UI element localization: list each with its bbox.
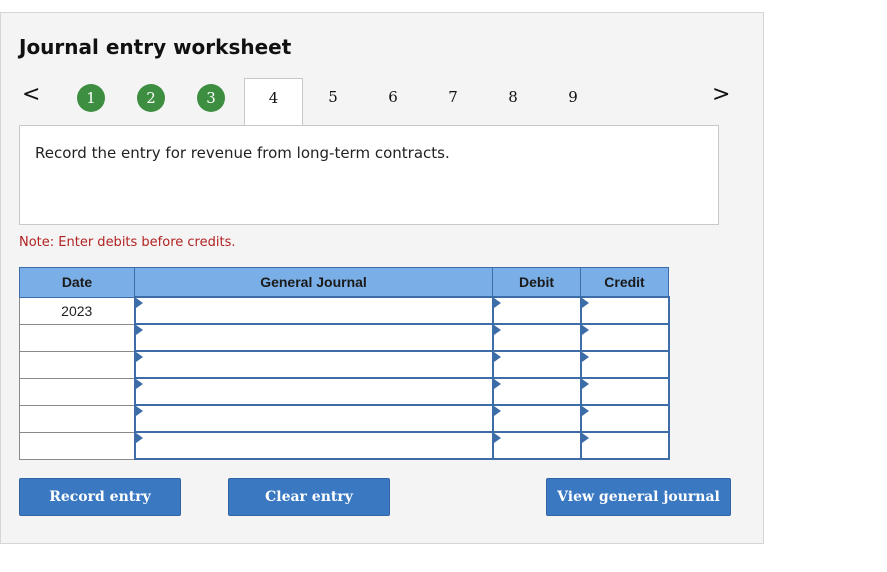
date-header: Date <box>19 267 135 298</box>
step-7-tab[interactable]: 7 <box>443 88 463 106</box>
account-input[interactable] <box>133 350 494 379</box>
journal-table: Date General Journal Debit Credit 2023 <box>19 267 670 460</box>
dropdown-marker-icon <box>581 379 589 389</box>
credit-header: Credit <box>580 267 669 298</box>
note-text: Note: Enter debits before credits. <box>19 235 236 250</box>
debit-input[interactable] <box>491 377 582 406</box>
dropdown-marker-icon <box>581 433 589 443</box>
debit-header: Debit <box>492 267 581 298</box>
step-8-tab[interactable]: 8 <box>503 88 523 106</box>
credit-input[interactable] <box>579 431 670 460</box>
debit-input[interactable] <box>491 323 582 352</box>
dropdown-marker-icon <box>135 433 143 443</box>
prev-arrow-icon[interactable]: < <box>22 84 40 106</box>
credit-input[interactable] <box>579 323 670 352</box>
debit-input[interactable] <box>491 350 582 379</box>
dropdown-marker-icon <box>135 325 143 335</box>
dropdown-marker-icon <box>493 325 501 335</box>
date-cell <box>19 323 135 352</box>
credit-input[interactable] <box>579 404 670 433</box>
dropdown-marker-icon <box>493 298 501 308</box>
dropdown-marker-icon <box>493 433 501 443</box>
step-4-tab[interactable]: 4 <box>244 78 303 127</box>
dropdown-marker-icon <box>581 406 589 416</box>
account-input[interactable] <box>133 431 494 460</box>
step-3-button[interactable]: 3 <box>197 84 225 112</box>
account-input[interactable] <box>133 323 494 352</box>
dropdown-marker-icon <box>493 352 501 362</box>
clear-entry-button[interactable]: Clear entry <box>228 478 390 516</box>
table-row <box>19 323 670 352</box>
credit-input[interactable] <box>579 296 670 325</box>
page-title: Journal entry worksheet <box>19 35 292 59</box>
dropdown-marker-icon <box>135 298 143 308</box>
next-arrow-icon[interactable]: > <box>712 84 730 106</box>
dropdown-marker-icon <box>581 325 589 335</box>
dropdown-marker-icon <box>493 406 501 416</box>
prompt-text: Record the entry for revenue from long-t… <box>35 144 450 162</box>
step-6-tab[interactable]: 6 <box>383 88 403 106</box>
date-cell <box>19 404 135 433</box>
general-journal-header: General Journal <box>134 267 493 298</box>
record-entry-button[interactable]: Record entry <box>19 478 181 516</box>
credit-input[interactable] <box>579 377 670 406</box>
table-row <box>19 431 670 460</box>
prompt-box: Record the entry for revenue from long-t… <box>19 125 719 225</box>
dropdown-marker-icon <box>135 406 143 416</box>
debit-input[interactable] <box>491 404 582 433</box>
dropdown-marker-icon <box>581 298 589 308</box>
dropdown-marker-icon <box>135 379 143 389</box>
table-row: 2023 <box>19 296 670 325</box>
credit-input[interactable] <box>579 350 670 379</box>
view-general-journal-button[interactable]: View general journal <box>546 478 731 516</box>
step-9-tab[interactable]: 9 <box>563 88 583 106</box>
step-2-button[interactable]: 2 <box>137 84 165 112</box>
table-row <box>19 404 670 433</box>
date-cell <box>19 431 135 460</box>
debit-input[interactable] <box>491 431 582 460</box>
date-cell: 2023 <box>19 296 135 325</box>
dropdown-marker-icon <box>493 379 501 389</box>
step-1-button[interactable]: 1 <box>77 84 105 112</box>
table-row <box>19 350 670 379</box>
account-input[interactable] <box>133 296 494 325</box>
table-row <box>19 377 670 406</box>
account-input[interactable] <box>133 404 494 433</box>
debit-input[interactable] <box>491 296 582 325</box>
step-5-tab[interactable]: 5 <box>323 88 343 106</box>
dropdown-marker-icon <box>135 352 143 362</box>
date-cell <box>19 350 135 379</box>
date-cell <box>19 377 135 406</box>
dropdown-marker-icon <box>581 352 589 362</box>
account-input[interactable] <box>133 377 494 406</box>
